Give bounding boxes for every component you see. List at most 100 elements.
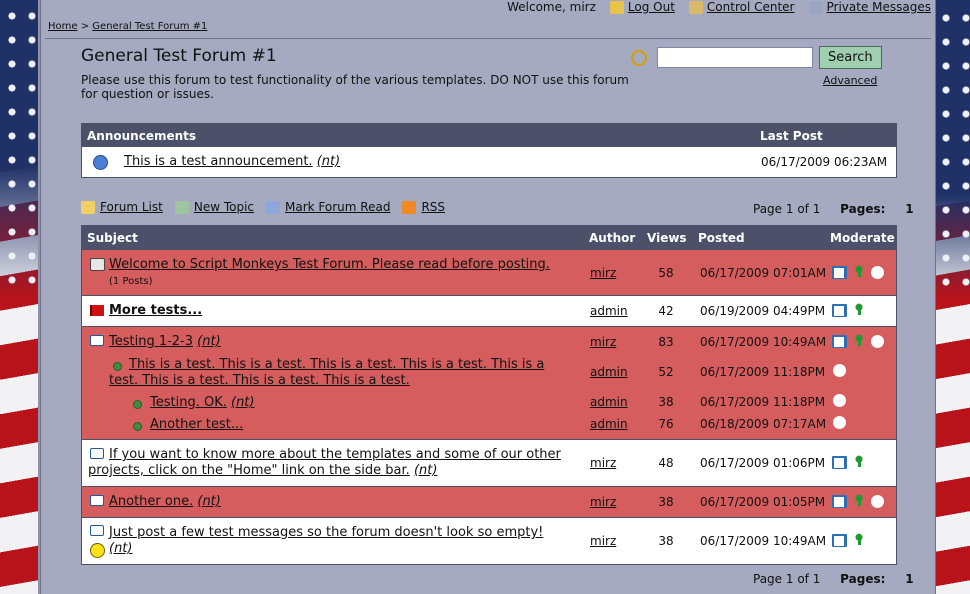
topic-posted: 06/17/2009 10:49AM bbox=[700, 335, 827, 349]
move-icon[interactable] bbox=[852, 303, 866, 317]
topic-author-link[interactable]: mirz bbox=[590, 456, 616, 470]
announcement-nt-tag[interactable]: (nt) bbox=[317, 154, 340, 169]
edit-icon[interactable] bbox=[832, 455, 847, 469]
topic-nt-tag[interactable]: (nt) bbox=[197, 494, 220, 509]
topic-row: Just post a few test messages so the for… bbox=[82, 517, 896, 564]
announcements-header-label: Announcements bbox=[87, 129, 197, 143]
reply-views: 76 bbox=[658, 417, 674, 431]
edit-icon[interactable] bbox=[832, 494, 847, 508]
topic-posted: 06/19/2009 04:49PM bbox=[700, 304, 826, 318]
divider bbox=[45, 38, 931, 39]
announcement-row: This is a test announcement. (nt) 06/17/… bbox=[82, 147, 896, 177]
topic-nt-tag[interactable]: (nt) bbox=[414, 463, 437, 478]
advanced-search-link[interactable]: Advanced bbox=[823, 74, 877, 87]
hot-flag-icon bbox=[90, 305, 104, 316]
topic-posted: 06/17/2009 01:05PM bbox=[700, 495, 826, 509]
announcements-header: Announcements Last Post bbox=[82, 124, 896, 147]
last-post-header: Last Post bbox=[760, 129, 823, 143]
delete-icon[interactable] bbox=[871, 334, 884, 348]
reply-title-link[interactable]: Testing. OK. bbox=[150, 395, 227, 410]
delete-icon[interactable] bbox=[871, 265, 884, 279]
topic-post-count: (1 Posts) bbox=[109, 276, 153, 287]
reply-title-link[interactable]: This is a test. This is a test. This is … bbox=[109, 357, 544, 388]
control-center-link[interactable]: Control Center bbox=[707, 0, 795, 14]
delete-icon[interactable] bbox=[871, 455, 884, 469]
subject-header: Subject bbox=[87, 231, 138, 245]
move-icon[interactable] bbox=[852, 533, 866, 547]
forum-list-link[interactable]: Forum List bbox=[100, 200, 163, 214]
topic-title-link[interactable]: More tests... bbox=[109, 303, 202, 318]
reply-posted: 06/17/2009 11:18PM bbox=[700, 365, 826, 379]
topic-thread-group: Testing 1-2-3 (nt) mirz 83 06/17/2009 10… bbox=[82, 326, 896, 439]
user-bar: Welcome, mirz Log Out Control Center Pri… bbox=[507, 0, 931, 14]
topic-author-link[interactable]: mirz bbox=[590, 335, 616, 349]
delete-icon[interactable] bbox=[871, 303, 884, 317]
mark-read-icon bbox=[266, 200, 281, 214]
announcements-table: Announcements Last Post This is a test a… bbox=[81, 123, 897, 178]
topic-bubble-icon bbox=[90, 335, 104, 346]
move-icon[interactable] bbox=[852, 455, 866, 469]
topic-row: Another one. (nt) mirz 38 06/17/2009 01:… bbox=[82, 486, 896, 517]
pages-label: Pages: bbox=[840, 572, 886, 586]
logout-icon bbox=[609, 0, 624, 14]
topic-title-link[interactable]: Just post a few test messages so the for… bbox=[109, 525, 543, 540]
move-icon[interactable] bbox=[852, 494, 866, 508]
new-topic-link[interactable]: New Topic bbox=[194, 200, 254, 214]
page-count-text: Page 1 of 1 bbox=[753, 572, 821, 586]
mark-forum-read-link[interactable]: Mark Forum Read bbox=[285, 200, 390, 214]
breadcrumb-home-link[interactable]: Home bbox=[48, 21, 78, 32]
delete-icon[interactable] bbox=[871, 533, 884, 547]
topic-row: Welcome to Script Monkeys Test Forum. Pl… bbox=[82, 249, 896, 295]
pages-value-link[interactable]: 1 bbox=[905, 572, 913, 586]
topic-nt-tag[interactable]: (nt) bbox=[109, 541, 132, 556]
reply-author-link[interactable]: admin bbox=[590, 365, 628, 379]
topic-author-link[interactable]: mirz bbox=[590, 495, 616, 509]
announcement-date: 06/17/2009 06:23AM bbox=[761, 155, 888, 169]
topic-views: 83 bbox=[658, 335, 674, 349]
topic-views: 58 bbox=[658, 266, 674, 280]
topic-views: 38 bbox=[658, 495, 674, 509]
announcement-title-link[interactable]: This is a test announcement. bbox=[124, 154, 313, 169]
search-input[interactable] bbox=[657, 47, 813, 68]
reply-nt-tag[interactable]: (nt) bbox=[231, 395, 254, 410]
logout-link[interactable]: Log Out bbox=[628, 0, 675, 14]
page-info-top: Page 1 of 1 Pages: 1 bbox=[753, 202, 914, 216]
posted-header: Posted bbox=[698, 231, 745, 245]
reply-dot-icon bbox=[133, 400, 142, 409]
delete-icon[interactable] bbox=[833, 364, 846, 377]
forum-page: Welcome, mirz Log Out Control Center Pri… bbox=[40, 0, 936, 594]
move-icon[interactable] bbox=[852, 334, 866, 348]
breadcrumb-forum-link[interactable]: General Test Forum #1 bbox=[92, 21, 207, 32]
rss-link[interactable]: RSS bbox=[421, 200, 445, 214]
topic-title-link[interactable]: If you want to know more about the templ… bbox=[88, 447, 561, 478]
forum-title: General Test Forum #1 bbox=[81, 46, 277, 66]
search-button[interactable]: Search bbox=[819, 46, 882, 69]
topic-title-link[interactable]: Testing 1-2-3 bbox=[109, 334, 193, 349]
reply-posted: 06/18/2009 07:17AM bbox=[700, 417, 827, 431]
edit-icon[interactable] bbox=[832, 265, 847, 279]
edit-icon[interactable] bbox=[832, 303, 847, 317]
topic-nt-tag[interactable]: (nt) bbox=[197, 334, 220, 349]
page-count-text: Page 1 of 1 bbox=[753, 202, 821, 216]
edit-icon[interactable] bbox=[832, 334, 847, 348]
edit-icon[interactable] bbox=[832, 533, 847, 547]
folder-icon bbox=[81, 200, 95, 214]
topic-title-link[interactable]: Another one. bbox=[109, 494, 193, 509]
topic-views: 38 bbox=[658, 534, 674, 548]
topic-title-link[interactable]: Welcome to Script Monkeys Test Forum. Pl… bbox=[109, 257, 550, 272]
topic-author-link[interactable]: mirz bbox=[590, 266, 616, 280]
delete-icon[interactable] bbox=[833, 394, 846, 407]
move-icon[interactable] bbox=[852, 265, 866, 279]
delete-icon[interactable] bbox=[833, 416, 846, 429]
reply-title-link[interactable]: Another test... bbox=[150, 417, 243, 432]
topic-bubble-icon bbox=[90, 495, 104, 506]
reply-author-link[interactable]: admin bbox=[590, 395, 628, 409]
breadcrumb-separator: > bbox=[80, 21, 90, 32]
topic-author-link[interactable]: admin bbox=[590, 304, 628, 318]
delete-icon[interactable] bbox=[871, 494, 884, 508]
new-topic-icon bbox=[174, 200, 189, 214]
reply-author-link[interactable]: admin bbox=[590, 417, 628, 431]
private-messages-link[interactable]: Private Messages bbox=[827, 0, 932, 14]
pages-value-link[interactable]: 1 bbox=[905, 202, 913, 216]
topic-author-link[interactable]: mirz bbox=[590, 534, 616, 548]
